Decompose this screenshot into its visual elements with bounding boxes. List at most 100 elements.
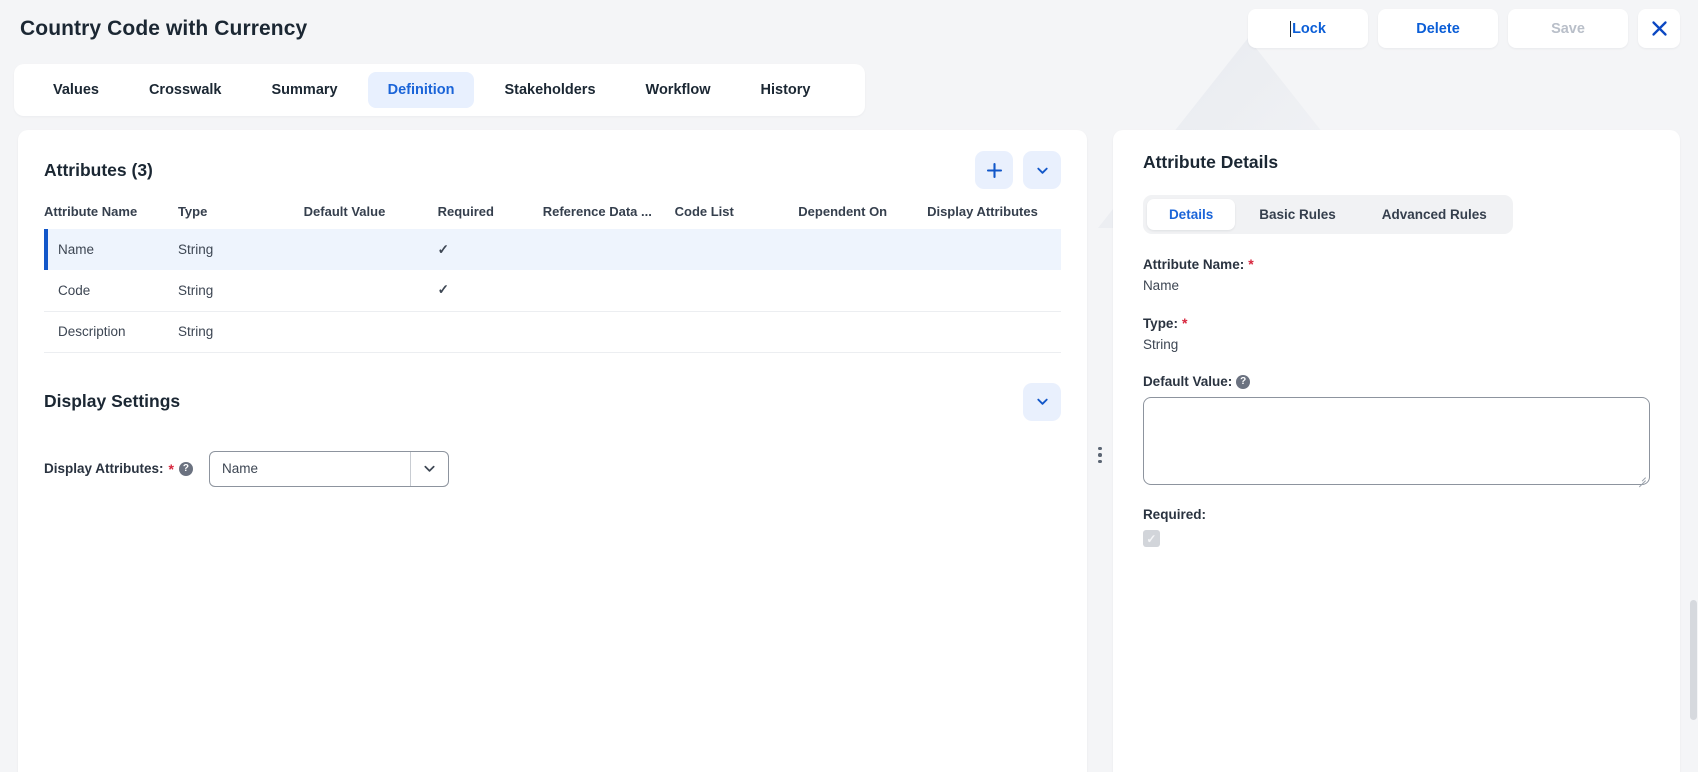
tab-stakeholders[interactable]: Stakeholders bbox=[484, 72, 615, 108]
chevron-down-icon bbox=[1036, 398, 1048, 405]
cell-dependent-on bbox=[798, 229, 927, 270]
cell-required: ✓ bbox=[437, 241, 449, 257]
close-icon bbox=[1651, 21, 1667, 36]
cell-type: String bbox=[177, 324, 214, 339]
attribute-name-block: Attribute Name: * Name bbox=[1143, 256, 1650, 293]
column-code-list: Code List bbox=[674, 204, 734, 219]
lock-button[interactable]: Lock bbox=[1248, 9, 1368, 48]
display-attributes-selected-value: Name bbox=[222, 461, 259, 476]
close-button[interactable] bbox=[1638, 9, 1680, 48]
column-default-value: Default Value bbox=[303, 204, 386, 219]
lock-button-label: Lock bbox=[1292, 20, 1326, 37]
attribute-name-value: Name bbox=[1142, 278, 1179, 293]
required-asterisk: * bbox=[168, 460, 174, 477]
table-header-row: Attribute Name Type Default Value Requir… bbox=[44, 204, 1061, 229]
table-row[interactable]: Description String bbox=[44, 311, 1062, 352]
cell-attribute-name: Description bbox=[58, 324, 126, 339]
default-value-block: Default Value: ? bbox=[1142, 374, 1650, 485]
attributes-header-buttons bbox=[965, 151, 1062, 189]
cell-required bbox=[438, 311, 543, 352]
page-header: Country Code with Currency Lock Delete S… bbox=[0, 0, 1698, 58]
required-label: Required: bbox=[1142, 507, 1206, 522]
panel-splitter[interactable] bbox=[1087, 130, 1113, 772]
chevron-down-icon bbox=[1036, 167, 1048, 174]
display-attributes-select[interactable]: Name bbox=[209, 450, 449, 487]
cell-type: String bbox=[177, 282, 214, 298]
cell-display-attributes bbox=[927, 270, 1061, 311]
column-required: Required bbox=[437, 204, 494, 219]
display-settings-section: Display Settings Display Attributes: * ? bbox=[44, 382, 1062, 487]
default-value-label-text: Default Value: bbox=[1142, 374, 1233, 389]
delete-button[interactable]: Delete bbox=[1378, 9, 1498, 48]
display-attributes-dropdown-arrow[interactable] bbox=[410, 451, 448, 486]
attributes-header: Attributes (3) bbox=[44, 151, 1062, 189]
required-asterisk: * bbox=[1248, 256, 1254, 272]
collapse-attributes-button[interactable] bbox=[1023, 151, 1062, 189]
required-block: Required: ✓ bbox=[1142, 507, 1650, 547]
cell-dependent-on bbox=[798, 311, 927, 352]
cell-default-value bbox=[304, 229, 438, 270]
help-icon[interactable]: ? bbox=[178, 461, 193, 476]
display-attributes-field-row: Display Attributes: * ? Name bbox=[44, 450, 1061, 487]
tab-details[interactable]: Details bbox=[1146, 199, 1236, 230]
table-row[interactable]: Code String ✓ bbox=[44, 270, 1062, 311]
attributes-panel: Attributes (3) Attribute Name Type Defau… bbox=[18, 130, 1088, 772]
cell-reference-data bbox=[543, 229, 675, 270]
cell-attribute-name: Name bbox=[44, 229, 178, 270]
help-icon[interactable]: ? bbox=[1236, 374, 1251, 389]
column-type: Type bbox=[177, 204, 208, 219]
cell-code-list bbox=[675, 270, 799, 311]
cell-dependent-on bbox=[798, 270, 927, 311]
cell-display-attributes bbox=[927, 311, 1061, 352]
plus-icon bbox=[986, 162, 1002, 178]
type-label-text: Type: bbox=[1142, 315, 1178, 331]
cell-code-list bbox=[675, 229, 799, 270]
tab-summary[interactable]: Summary bbox=[252, 72, 358, 108]
content-area: Attributes (3) Attribute Name Type Defau… bbox=[0, 130, 1698, 772]
save-button: Save bbox=[1508, 9, 1628, 48]
application-window: Country Code with Currency Lock Delete S… bbox=[0, 0, 1698, 772]
attributes-title: Attributes (3) bbox=[44, 159, 153, 180]
type-value: String bbox=[1142, 337, 1179, 352]
cell-type: String bbox=[177, 242, 214, 257]
tab-advanced-rules[interactable]: Advanced Rules bbox=[1360, 199, 1509, 230]
attributes-table: Attribute Name Type Default Value Requir… bbox=[44, 204, 1062, 353]
cell-required: ✓ bbox=[437, 282, 449, 298]
tab-history[interactable]: History bbox=[741, 72, 831, 108]
tab-workflow[interactable]: Workflow bbox=[626, 72, 731, 108]
header-actions: Lock Delete Save bbox=[1248, 9, 1680, 48]
collapse-display-settings-button[interactable] bbox=[1023, 382, 1062, 421]
tab-basic-rules[interactable]: Basic Rules bbox=[1237, 199, 1358, 230]
tab-definition[interactable]: Definition bbox=[367, 72, 475, 108]
cell-reference-data bbox=[543, 311, 675, 352]
required-checkbox: ✓ bbox=[1142, 530, 1160, 547]
tab-values[interactable]: Values bbox=[33, 72, 119, 108]
display-settings-title: Display Settings bbox=[44, 391, 181, 411]
attribute-name-label-text: Attribute Name: bbox=[1142, 256, 1245, 272]
add-attribute-button[interactable] bbox=[975, 151, 1014, 189]
column-reference-data: Reference Data ... bbox=[542, 204, 652, 219]
chevron-down-icon bbox=[424, 465, 435, 472]
display-settings-header: Display Settings bbox=[44, 382, 1062, 421]
display-attributes-label: Display Attributes: * ? bbox=[44, 461, 209, 477]
attributes-table-head: Attribute Name Type Default Value Requir… bbox=[44, 204, 1061, 229]
attribute-details-panel: Attribute Details Details Basic Rules Ad… bbox=[1112, 130, 1680, 772]
attribute-name-label: Attribute Name: * bbox=[1143, 256, 1650, 272]
attribute-details-tabs: Details Basic Rules Advanced Rules bbox=[1142, 195, 1513, 234]
delete-button-label: Delete bbox=[1416, 20, 1460, 37]
cell-code-list bbox=[675, 311, 799, 352]
cell-attribute-name: Code bbox=[58, 282, 91, 298]
cell-default-value bbox=[304, 311, 438, 352]
scrollbar-thumb[interactable] bbox=[1690, 600, 1697, 720]
cell-reference-data bbox=[543, 270, 675, 311]
default-value-label: Default Value: ? bbox=[1143, 374, 1650, 389]
page-scrollbar[interactable] bbox=[1689, 130, 1697, 772]
default-value-textarea[interactable] bbox=[1142, 397, 1650, 485]
column-attribute-name: Attribute Name bbox=[44, 204, 138, 219]
attribute-details-title: Attribute Details bbox=[1142, 152, 1279, 172]
table-row[interactable]: Name String ✓ bbox=[44, 229, 1062, 270]
cell-default-value bbox=[304, 270, 438, 311]
save-button-label: Save bbox=[1551, 20, 1585, 37]
tab-crosswalk[interactable]: Crosswalk bbox=[129, 72, 242, 108]
display-attributes-label-text: Display Attributes: bbox=[44, 461, 164, 476]
